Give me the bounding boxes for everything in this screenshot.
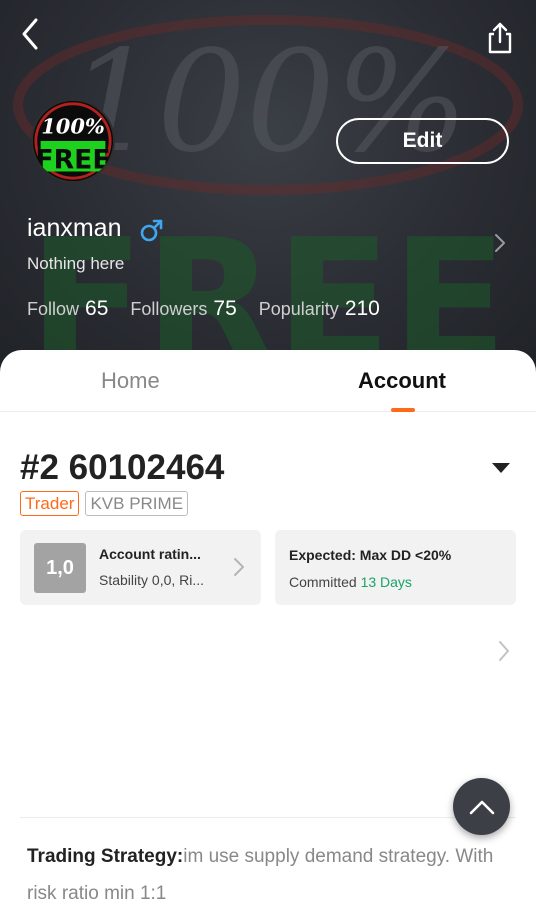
chevron-right-icon[interactable] (496, 638, 512, 664)
back-icon[interactable] (14, 14, 48, 54)
expectation-card: Expected: Max DD <20% Committed 13 Days (275, 530, 516, 605)
trader-badge: Trader (20, 491, 80, 516)
strategy-label: Trading Strategy: (27, 846, 184, 867)
svg-text:100%: 100% (41, 113, 105, 138)
stat-value: 210 (344, 297, 380, 320)
section-divider (20, 817, 516, 818)
tab-account[interactable]: Account (358, 368, 446, 394)
chevron-right-icon (234, 558, 244, 576)
male-icon (140, 219, 163, 242)
cover-watermark-image: 100% FREE (13, 15, 523, 380)
profile-cover: 100% FREE 100% FREE Edit ianxman Nothing… (0, 0, 536, 380)
rating-subtitle: Stability 0,0, Ri... (99, 572, 205, 588)
committed-label: Committed (289, 574, 357, 590)
stat-label: Followers (130, 299, 208, 319)
content-sheet: Home Account #2 60102464 Trader KVB PRIM… (0, 350, 536, 919)
username: ianxman (27, 214, 122, 242)
trading-strategy: Trading Strategy:im use supply demand st… (27, 838, 507, 912)
avatar[interactable]: 100% FREE (31, 99, 115, 183)
broker-badge: KVB PRIME (85, 491, 189, 516)
stat-label: Popularity (258, 299, 339, 319)
committed-days: 13 Days (360, 574, 412, 590)
rating-score: 1,0 (34, 543, 86, 593)
expectation-title: Expected: Max DD <20% (289, 547, 452, 563)
account-title: #2 60102464 (20, 448, 225, 487)
stat-popularity[interactable]: Popularity 210 (259, 297, 380, 321)
chevron-up-icon (469, 800, 494, 814)
svg-text:FREE: FREE (35, 145, 110, 176)
account-rating-card[interactable]: 1,0 Account ratin... Stability 0,0, Ri..… (20, 530, 261, 605)
tab-bar: Home Account (0, 350, 536, 412)
stat-follow[interactable]: Follow 65 (27, 297, 108, 321)
stat-followers[interactable]: Followers 75 (130, 297, 236, 321)
committed-line: Committed 13 Days (289, 574, 412, 590)
profile-bio: Nothing here (27, 254, 125, 273)
share-icon[interactable] (484, 20, 516, 56)
scroll-to-top-button[interactable] (453, 778, 510, 835)
stat-label: Follow (27, 299, 80, 319)
chevron-right-icon[interactable] (492, 232, 508, 254)
active-tab-indicator (391, 408, 415, 412)
stat-value: 65 (85, 297, 109, 320)
dropdown-triangle-icon[interactable] (490, 461, 512, 475)
rating-title: Account ratin... (99, 546, 201, 562)
profile-stats: Follow 65 Followers 75 Popularity 210 (27, 297, 380, 321)
avatar-image: 100% FREE (33, 101, 113, 181)
tab-home[interactable]: Home (101, 368, 160, 394)
edit-profile-button[interactable]: Edit (336, 118, 509, 164)
stat-value: 75 (213, 297, 237, 320)
account-badges: Trader KVB PRIME (20, 491, 189, 516)
